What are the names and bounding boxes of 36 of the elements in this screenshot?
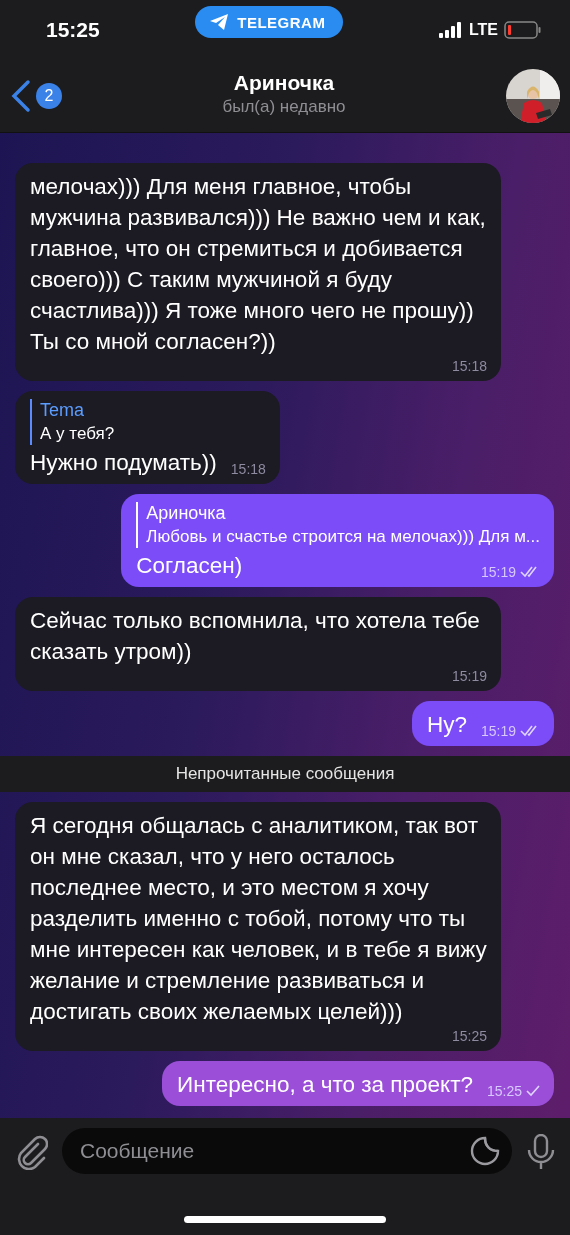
reply-author: Tema <box>40 399 85 422</box>
message-text: Согласен) <box>136 552 243 580</box>
paper-plane-icon <box>209 13 230 31</box>
battery-icon <box>504 21 542 39</box>
microphone-icon <box>526 1134 556 1170</box>
chat-title: Ариночка <box>233 71 335 95</box>
unread-badge: 2 <box>36 83 62 109</box>
message-input[interactable]: Сообщение <box>62 1128 512 1174</box>
microphone-button[interactable] <box>526 1134 556 1170</box>
clock: 15:25 <box>46 18 100 42</box>
message-text: Интересно, а что за проект? <box>177 1071 473 1099</box>
signal-icon <box>438 22 463 38</box>
reply-text: А у тебя? <box>40 423 116 445</box>
message-text: Нужно подумать)) <box>30 449 217 477</box>
network-label: LTE <box>468 21 498 39</box>
message-time: 15:19 <box>480 722 516 740</box>
message-text: Сейчас только вспомнила, что хотела тебе сказать утром)) <box>30 607 481 666</box>
sticker-icon[interactable] <box>470 1136 500 1166</box>
message-text: Я сегодня общалась с аналитиком, так вот он мне сказал, что у него осталось последнее место, и это местом я хочу разделить именно с тобой, потому что ты мне интересен как человек, и в тебе я вижу желание и стремление развиваться и достигать своих желаемых целей))) <box>30 812 487 1026</box>
message-time: 15:19 <box>451 667 487 685</box>
back-button[interactable]: 2 <box>10 79 62 113</box>
message-time: 15:18 <box>451 357 487 375</box>
pill-label: TELEGRAM <box>237 13 326 31</box>
reply-quote[interactable]: Ариночка Любовь и счастье строится на мелочах))) Для м... <box>136 502 540 548</box>
message-time: 15:25 <box>451 1027 487 1045</box>
reply-text: Любовь и счастье строится на мелочах))) Для м... <box>146 526 540 548</box>
last-seen-status: был(а) недавно <box>222 97 346 117</box>
message-time: 15:19 <box>480 563 516 581</box>
message-text: Ну? <box>426 711 467 739</box>
reply-author: Ариночка <box>146 502 227 525</box>
message-time: 15:25 <box>486 1082 522 1100</box>
telegram-pill[interactable]: TELEGRAM <box>195 6 344 38</box>
message-text: мелочах))) Для меня главное, чтобы мужчина развивался))) Не важно чем и как, главное, что он стремиться и добивается своего))) С таким мужчиной я буду счастлива))) Я тоже много чего не прошу)) Ты со мной согласен?)) <box>30 173 487 356</box>
message-time: 15:18 <box>230 460 266 478</box>
back-chevron-icon <box>10 79 32 113</box>
reply-quote[interactable]: Tema А у тебя? <box>30 399 266 445</box>
